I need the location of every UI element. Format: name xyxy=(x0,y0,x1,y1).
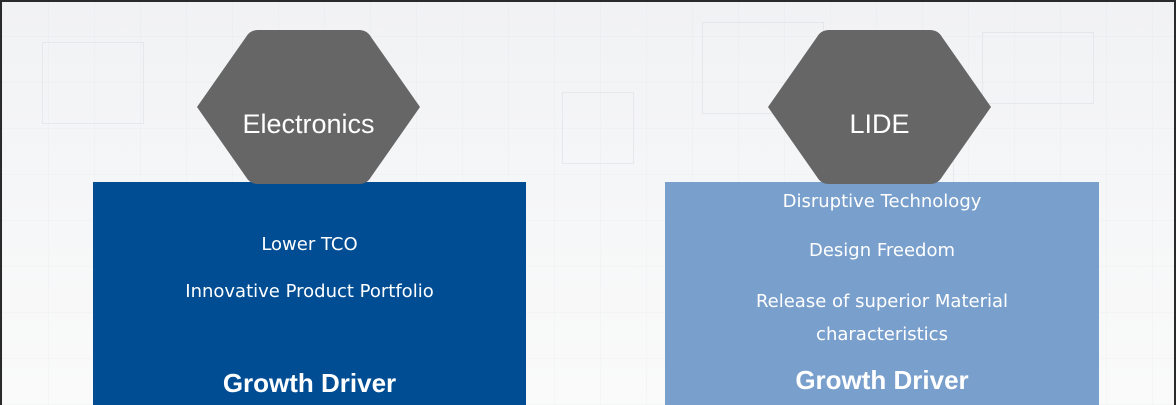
right-item-characteristics: characteristics xyxy=(816,324,948,345)
left-growth-driver: Growth Driver xyxy=(222,368,397,398)
electronics-hexagon: Electronics xyxy=(195,28,422,186)
background-tile xyxy=(982,32,1094,104)
lide-panel: Disruptive Technology Design Freedom Rel… xyxy=(665,182,1099,405)
electronics-panel: Lower TCO Innovative Product Portfolio G… xyxy=(93,182,526,405)
left-item-innovative-product-portfolio: Innovative Product Portfolio xyxy=(185,281,434,302)
electronics-hex-label: Electronics xyxy=(242,109,375,139)
left-item-lower-tco: Lower TCO xyxy=(261,234,358,255)
lide-hexagon: LIDE xyxy=(766,28,993,186)
right-item-disruptive-technology: Disruptive Technology xyxy=(782,191,982,212)
right-item-release-of-superior-material: Release of superior Material xyxy=(755,291,1009,312)
background-tile xyxy=(42,42,144,124)
hexagon-shape-icon xyxy=(197,30,420,184)
background-tile xyxy=(562,92,634,164)
hexagon-shape-icon xyxy=(768,30,991,184)
right-item-design-freedom: Design Freedom xyxy=(808,240,956,261)
right-growth-driver: Growth Driver xyxy=(795,365,969,395)
lide-hex-label: LIDE xyxy=(849,109,910,139)
slide: Lower TCO Innovative Product Portfolio G… xyxy=(0,0,1176,405)
